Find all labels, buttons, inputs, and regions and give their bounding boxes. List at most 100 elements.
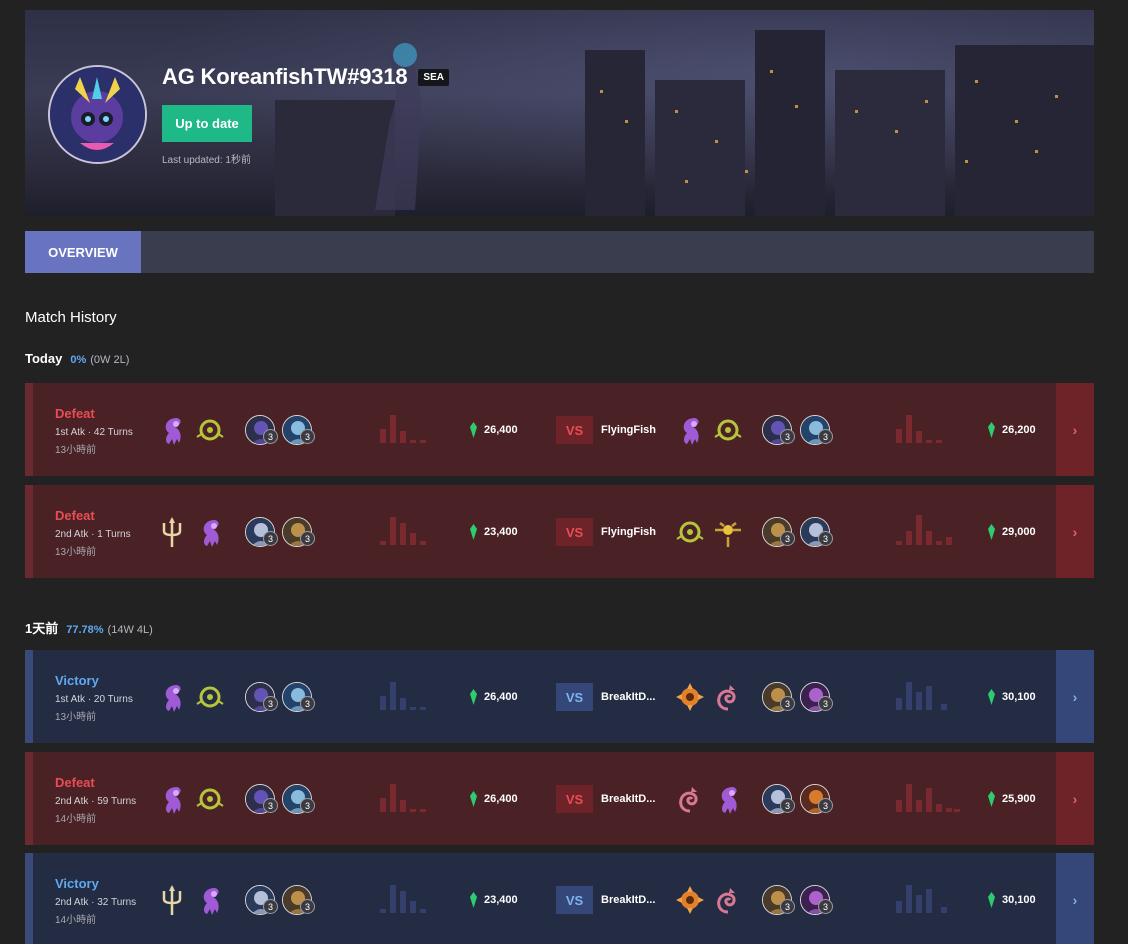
deck-region-icon-2 bbox=[193, 515, 227, 549]
champion-level-badge: 3 bbox=[780, 696, 795, 711]
attack-turns: 1st Atk · 20 Turns bbox=[55, 694, 133, 705]
deck-cost-value: 26,400 bbox=[484, 424, 518, 436]
champion-level-badge: 3 bbox=[818, 899, 833, 914]
opponent-deck-cost-value: 25,900 bbox=[1002, 793, 1036, 805]
versus-badge: VS bbox=[556, 785, 593, 813]
mana-curve-bar bbox=[380, 429, 386, 443]
deck-region-icon-1 bbox=[155, 680, 189, 714]
match-row[interactable]: Victory 1st Atk · 20 Turns 13小時前 3 3 26,… bbox=[25, 650, 1094, 743]
mana-curve-bar bbox=[926, 889, 932, 913]
mana-curve-bar bbox=[906, 682, 912, 710]
deck-cost: 23,400 bbox=[470, 892, 518, 908]
time-ago: 13小時前 bbox=[55, 712, 97, 723]
tab-overview[interactable]: OVERVIEW bbox=[25, 231, 141, 273]
mana-curve-bar bbox=[420, 440, 426, 443]
shard-icon bbox=[470, 524, 477, 540]
deck-region-icon-1 bbox=[155, 782, 189, 816]
mana-curve-bar bbox=[410, 533, 416, 545]
champion-level-badge: 3 bbox=[300, 531, 315, 546]
mana-curve-bar bbox=[916, 895, 922, 913]
deck-region-icon-2 bbox=[193, 883, 227, 917]
mana-curve-bar bbox=[896, 698, 902, 710]
champion-level-badge: 3 bbox=[780, 429, 795, 444]
mana-curve-bar bbox=[896, 800, 902, 812]
opponent-region-icon-2 bbox=[711, 515, 745, 549]
mana-curve-bar bbox=[906, 531, 912, 545]
region-badge: SEA bbox=[418, 68, 449, 86]
opponent-region-icon-2 bbox=[711, 883, 745, 917]
champion-level-badge: 3 bbox=[300, 696, 315, 711]
mana-curve-chart bbox=[380, 413, 438, 443]
deck-cost-value: 26,400 bbox=[484, 793, 518, 805]
champion-level-badge: 3 bbox=[818, 696, 833, 711]
time-ago: 13小時前 bbox=[55, 445, 97, 456]
mana-curve-bar bbox=[906, 885, 912, 913]
deck-region-icon-2 bbox=[193, 782, 227, 816]
mana-curve-bar bbox=[941, 907, 947, 913]
deck-cost: 26,400 bbox=[470, 689, 518, 705]
mana-curve-bar bbox=[380, 909, 386, 913]
champion-level-badge: 3 bbox=[263, 531, 278, 546]
shard-icon bbox=[988, 791, 995, 807]
match-row[interactable]: Defeat 1st Atk · 42 Turns 13小時前 3 3 26,4… bbox=[25, 383, 1094, 476]
opponent-name[interactable]: BreakItD... bbox=[601, 793, 655, 805]
mana-curve-chart bbox=[380, 515, 438, 545]
mana-curve-chart bbox=[380, 782, 438, 812]
opponent-name[interactable]: BreakItD... bbox=[601, 691, 655, 703]
mana-curve-bar bbox=[390, 517, 396, 545]
mana-curve-bar bbox=[926, 440, 932, 443]
shard-icon bbox=[470, 892, 477, 908]
opponent-deck-cost: 30,100 bbox=[988, 892, 1036, 908]
mana-curve-bar bbox=[420, 541, 426, 545]
mana-curve-bar bbox=[946, 537, 952, 545]
opponent-deck-cost-value: 30,100 bbox=[1002, 894, 1036, 906]
expand-arrow-icon[interactable]: › bbox=[1056, 853, 1094, 944]
opponent-deck-cost: 29,000 bbox=[988, 524, 1036, 540]
opponent-region-icon-1 bbox=[673, 680, 707, 714]
time-ago: 14小時前 bbox=[55, 915, 97, 926]
win-rate: 77.78% bbox=[66, 624, 104, 636]
deck-cost: 26,400 bbox=[470, 422, 518, 438]
champion-level-badge: 3 bbox=[818, 798, 833, 813]
result-edge bbox=[25, 650, 33, 743]
deck-cost: 26,400 bbox=[470, 791, 518, 807]
deck-region-icon-1 bbox=[155, 883, 189, 917]
match-row[interactable]: Victory 2nd Atk · 32 Turns 14小時前 3 3 23,… bbox=[25, 853, 1094, 944]
opponent-name[interactable]: FlyingFish bbox=[601, 424, 656, 436]
match-row[interactable]: Defeat 2nd Atk · 59 Turns 14小時前 3 3 26,4… bbox=[25, 752, 1094, 845]
shard-icon bbox=[470, 689, 477, 705]
update-button[interactable]: Up to date bbox=[162, 105, 252, 142]
result-edge bbox=[25, 752, 33, 845]
expand-arrow-icon[interactable]: › bbox=[1056, 650, 1094, 743]
opponent-region-icon-1 bbox=[673, 515, 707, 549]
expand-arrow-icon[interactable]: › bbox=[1056, 485, 1094, 578]
champion-level-badge: 3 bbox=[300, 899, 315, 914]
expand-arrow-icon[interactable]: › bbox=[1056, 383, 1094, 476]
opponent-name[interactable]: BreakItD... bbox=[601, 894, 655, 906]
mana-curve-bar bbox=[916, 431, 922, 443]
mana-curve-bar bbox=[390, 415, 396, 443]
profile-avatar bbox=[48, 65, 147, 164]
opponent-region-icon-1 bbox=[673, 413, 707, 447]
mana-curve-bar bbox=[906, 415, 912, 443]
mana-curve-bar bbox=[410, 440, 416, 443]
mana-curve-bar bbox=[410, 901, 416, 913]
deck-cost-value: 23,400 bbox=[484, 894, 518, 906]
versus-badge: VS bbox=[556, 416, 593, 444]
tab-bar: OVERVIEW bbox=[25, 231, 1094, 273]
deck-region-icon-2 bbox=[193, 680, 227, 714]
mana-curve-bar bbox=[896, 901, 902, 913]
day-label: Today bbox=[25, 351, 63, 366]
mana-curve-bar bbox=[936, 541, 942, 545]
mana-curve-bar bbox=[390, 784, 396, 812]
mana-curve-bar bbox=[380, 798, 386, 812]
mana-curve-bar bbox=[410, 809, 416, 812]
expand-arrow-icon[interactable]: › bbox=[1056, 752, 1094, 845]
shard-icon bbox=[988, 892, 995, 908]
opponent-name[interactable]: FlyingFish bbox=[601, 526, 656, 538]
match-result: Victory bbox=[55, 673, 99, 688]
attack-turns: 1st Atk · 42 Turns bbox=[55, 427, 133, 438]
match-row[interactable]: Defeat 2nd Atk · 1 Turns 13小時前 3 3 23,40… bbox=[25, 485, 1094, 578]
champion-level-badge: 3 bbox=[780, 798, 795, 813]
day-header-today: Today 0% (0W 2L) bbox=[25, 351, 129, 366]
